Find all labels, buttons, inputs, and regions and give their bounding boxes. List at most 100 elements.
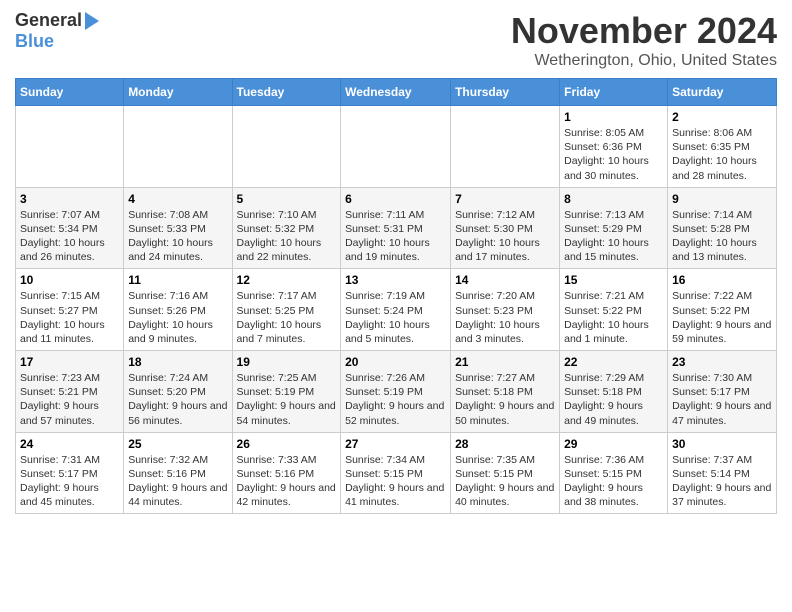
calendar-cell (341, 106, 451, 188)
day-number: 1 (564, 110, 663, 124)
calendar-cell (232, 106, 341, 188)
day-info: Sunrise: 7:30 AMSunset: 5:17 PMDaylight:… (672, 372, 771, 427)
day-number: 24 (20, 437, 119, 451)
calendar-cell: 2Sunrise: 8:06 AMSunset: 6:35 PMDaylight… (668, 106, 777, 188)
calendar-week-2: 3 Sunrise: 7:07 AMSunset: 5:34 PMDaylight… (16, 187, 777, 269)
day-info: Sunrise: 7:37 AMSunset: 5:14 PMDaylight:… (672, 454, 771, 509)
day-info: Sunrise: 7:24 AMSunset: 5:20 PMDaylight:… (128, 372, 227, 427)
day-number: 27 (345, 437, 446, 451)
day-number: 25 (128, 437, 227, 451)
day-info: Sunrise: 7:32 AMSunset: 5:16 PMDaylight:… (128, 454, 227, 509)
day-info: Sunrise: 7:19 AMSunset: 5:24 PMDaylight:… (345, 290, 430, 345)
day-info: Sunrise: 7:17 AMSunset: 5:25 PMDaylight:… (237, 290, 322, 345)
day-info: Sunrise: 7:25 AMSunset: 5:19 PMDaylight:… (237, 372, 336, 427)
day-number: 9 (672, 192, 772, 206)
day-number: 29 (564, 437, 663, 451)
day-number: 26 (237, 437, 337, 451)
day-header-sunday: Sunday (16, 79, 124, 106)
calendar-cell: 30 Sunrise: 7:37 AMSunset: 5:14 PMDayligh… (668, 432, 777, 514)
calendar-cell: 19Sunrise: 7:25 AMSunset: 5:19 PMDayligh… (232, 351, 341, 433)
calendar-cell: 12 Sunrise: 7:17 AMSunset: 5:25 PMDayligh… (232, 269, 341, 351)
day-info: Sunrise: 7:12 AMSunset: 5:30 PMDaylight:… (455, 209, 540, 264)
day-info: Sunrise: 7:33 AMSunset: 5:16 PMDaylight:… (237, 454, 336, 509)
day-info: Sunrise: 7:14 AMSunset: 5:28 PMDaylight:… (672, 209, 757, 264)
calendar-cell: 22 Sunrise: 7:29 AMSunset: 5:18 PMDayligh… (560, 351, 668, 433)
day-number: 6 (345, 192, 446, 206)
calendar-cell: 4Sunrise: 7:08 AMSunset: 5:33 PMDaylight… (124, 187, 232, 269)
month-title: November 2024 (511, 10, 777, 52)
calendar-cell: 21 Sunrise: 7:27 AMSunset: 5:18 PMDayligh… (451, 351, 560, 433)
day-info: Sunrise: 7:21 AMSunset: 5:22 PMDaylight:… (564, 290, 649, 345)
day-number: 23 (672, 355, 772, 369)
calendar-cell: 8Sunrise: 7:13 AMSunset: 5:29 PMDaylight… (560, 187, 668, 269)
location-title: Wetherington, Ohio, United States (511, 52, 777, 70)
calendar-cell: 28 Sunrise: 7:35 AMSunset: 5:15 PMDayligh… (451, 432, 560, 514)
day-number: 22 (564, 355, 663, 369)
day-info: Sunrise: 7:13 AMSunset: 5:29 PMDaylight:… (564, 209, 649, 264)
day-number: 17 (20, 355, 119, 369)
day-number: 16 (672, 273, 772, 287)
day-number: 7 (455, 192, 555, 206)
calendar-cell: 20Sunrise: 7:26 AMSunset: 5:19 PMDayligh… (341, 351, 451, 433)
calendar-cell (16, 106, 124, 188)
day-header-tuesday: Tuesday (232, 79, 341, 106)
calendar-cell: 7 Sunrise: 7:12 AMSunset: 5:30 PMDaylight… (451, 187, 560, 269)
calendar-cell: 11 Sunrise: 7:16 AMSunset: 5:26 PMDayligh… (124, 269, 232, 351)
day-header-saturday: Saturday (668, 79, 777, 106)
day-header-wednesday: Wednesday (341, 79, 451, 106)
day-info: Sunrise: 7:22 AMSunset: 5:22 PMDaylight:… (672, 290, 771, 345)
day-info: Sunrise: 7:27 AMSunset: 5:18 PMDaylight:… (455, 372, 554, 427)
calendar-cell: 10 Sunrise: 7:15 AMSunset: 5:27 PMDayligh… (16, 269, 124, 351)
day-number: 11 (128, 273, 227, 287)
calendar-week-5: 24Sunrise: 7:31 AMSunset: 5:17 PMDayligh… (16, 432, 777, 514)
day-info: Sunrise: 7:36 AMSunset: 5:15 PMDaylight:… (564, 454, 644, 509)
day-info: Sunrise: 7:10 AMSunset: 5:32 PMDaylight:… (237, 209, 322, 264)
day-number: 10 (20, 273, 119, 287)
day-number: 13 (345, 273, 446, 287)
day-info: Sunrise: 7:15 AMSunset: 5:27 PMDaylight:… (20, 290, 105, 345)
calendar-cell (124, 106, 232, 188)
day-number: 21 (455, 355, 555, 369)
calendar-cell: 29 Sunrise: 7:36 AMSunset: 5:15 PMDayligh… (560, 432, 668, 514)
day-number: 30 (672, 437, 772, 451)
logo-general-text: General (15, 10, 82, 31)
day-number: 5 (237, 192, 337, 206)
day-number: 20 (345, 355, 446, 369)
calendar-cell: 23 Sunrise: 7:30 AMSunset: 5:17 PMDayligh… (668, 351, 777, 433)
day-info: Sunrise: 7:07 AMSunset: 5:34 PMDaylight:… (20, 209, 105, 264)
calendar-cell: 14 Sunrise: 7:20 AMSunset: 5:23 PMDayligh… (451, 269, 560, 351)
calendar-cell: 1Sunrise: 8:05 AMSunset: 6:36 PMDaylight… (560, 106, 668, 188)
day-number: 2 (672, 110, 772, 124)
day-info: Sunrise: 7:29 AMSunset: 5:18 PMDaylight:… (564, 372, 644, 427)
calendar-cell: 9 Sunrise: 7:14 AMSunset: 5:28 PMDaylight… (668, 187, 777, 269)
day-number: 28 (455, 437, 555, 451)
calendar-cell: 16 Sunrise: 7:22 AMSunset: 5:22 PMDayligh… (668, 269, 777, 351)
day-number: 14 (455, 273, 555, 287)
day-header-thursday: Thursday (451, 79, 560, 106)
header: General Blue November 2024 Wetherington,… (15, 10, 777, 70)
logo-arrow-icon (85, 12, 99, 30)
calendar-cell: 26 Sunrise: 7:33 AMSunset: 5:16 PMDayligh… (232, 432, 341, 514)
day-header-monday: Monday (124, 79, 232, 106)
day-number: 3 (20, 192, 119, 206)
day-number: 12 (237, 273, 337, 287)
day-info: Sunrise: 7:08 AMSunset: 5:33 PMDaylight:… (128, 209, 213, 264)
day-number: 18 (128, 355, 227, 369)
title-section: November 2024 Wetherington, Ohio, United… (511, 10, 777, 70)
day-info: Sunrise: 7:16 AMSunset: 5:26 PMDaylight:… (128, 290, 213, 345)
calendar-week-1: 1Sunrise: 8:05 AMSunset: 6:36 PMDaylight… (16, 106, 777, 188)
calendar-cell: 18 Sunrise: 7:24 AMSunset: 5:20 PMDayligh… (124, 351, 232, 433)
calendar-table: SundayMondayTuesdayWednesdayThursdayFrid… (15, 78, 777, 514)
logo: General Blue (15, 10, 99, 52)
day-info: Sunrise: 7:34 AMSunset: 5:15 PMDaylight:… (345, 454, 444, 509)
day-info: Sunrise: 7:20 AMSunset: 5:23 PMDaylight:… (455, 290, 540, 345)
calendar-cell: 6Sunrise: 7:11 AMSunset: 5:31 PMDaylight… (341, 187, 451, 269)
calendar-cell (451, 106, 560, 188)
calendar-week-4: 17 Sunrise: 7:23 AMSunset: 5:21 PMDayligh… (16, 351, 777, 433)
day-info: Sunrise: 7:23 AMSunset: 5:21 PMDaylight:… (20, 372, 100, 427)
day-info: Sunrise: 7:35 AMSunset: 5:15 PMDaylight:… (455, 454, 554, 509)
calendar-cell: 5 Sunrise: 7:10 AMSunset: 5:32 PMDaylight… (232, 187, 341, 269)
logo-blue-text: Blue (15, 31, 54, 52)
calendar-cell: 27 Sunrise: 7:34 AMSunset: 5:15 PMDayligh… (341, 432, 451, 514)
calendar-week-3: 10 Sunrise: 7:15 AMSunset: 5:27 PMDayligh… (16, 269, 777, 351)
